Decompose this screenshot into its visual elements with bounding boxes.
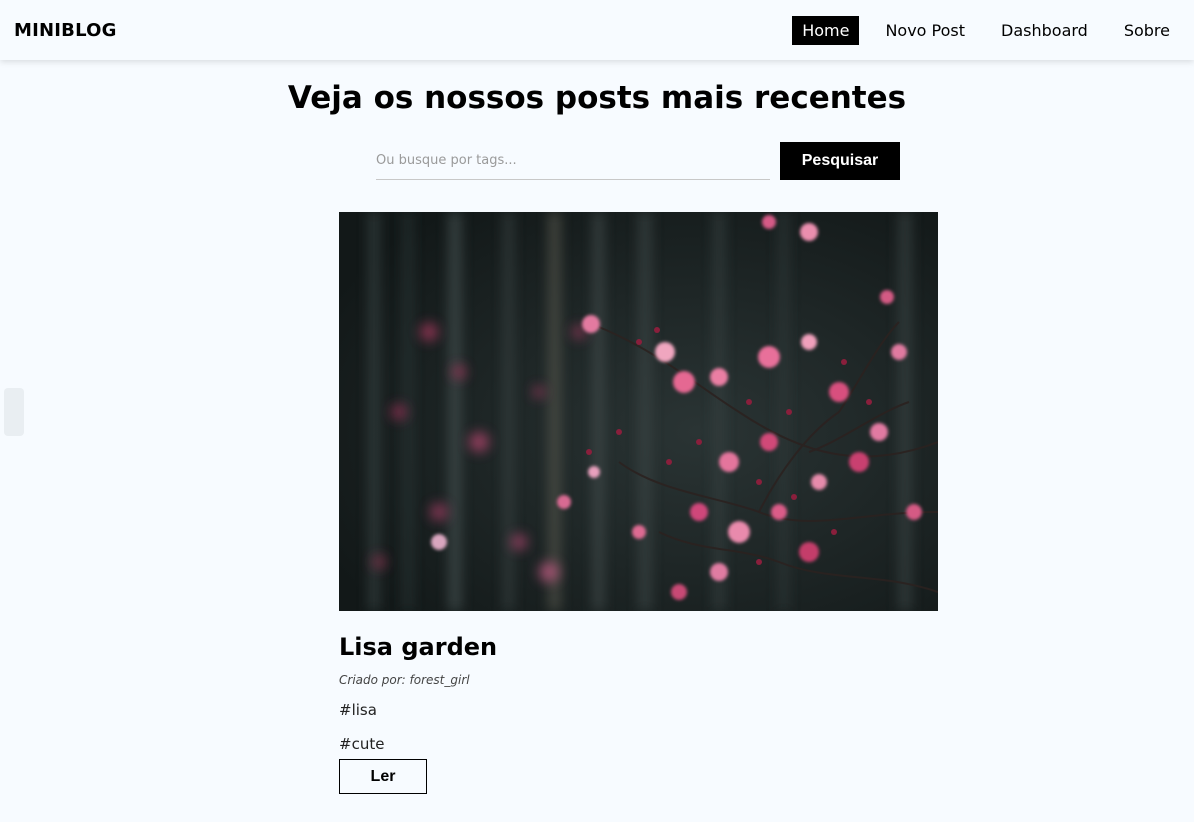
post-tag: #cute: [339, 735, 385, 753]
brand-logo[interactable]: MINIBLOG: [14, 20, 117, 41]
nav-link-sobre[interactable]: Sobre: [1114, 16, 1180, 45]
search-button[interactable]: Pesquisar: [780, 142, 900, 180]
post-author: Criado por: forest_girl: [339, 673, 470, 687]
page-title: Veja os nossos posts mais recentes: [287, 80, 907, 116]
post-title: Lisa garden: [339, 633, 498, 661]
search-input[interactable]: [376, 142, 770, 180]
nav-link-dashboard[interactable]: Dashboard: [991, 16, 1098, 45]
nav-link-novo-post[interactable]: Novo Post: [875, 16, 975, 45]
post-card: Lisa garden Criado por: forest_girl #lis…: [339, 212, 938, 794]
nav-links: Home Novo Post Dashboard Sobre: [776, 15, 1180, 45]
search-form: Pesquisar: [376, 142, 900, 180]
side-handle[interactable]: [4, 388, 24, 436]
navbar: MINIBLOG Home Novo Post Dashboard Sobre: [0, 0, 1194, 60]
post-tag: #lisa: [339, 701, 377, 719]
read-button[interactable]: Ler: [339, 759, 427, 794]
nav-link-home[interactable]: Home: [792, 15, 860, 45]
post-image: [339, 212, 938, 611]
